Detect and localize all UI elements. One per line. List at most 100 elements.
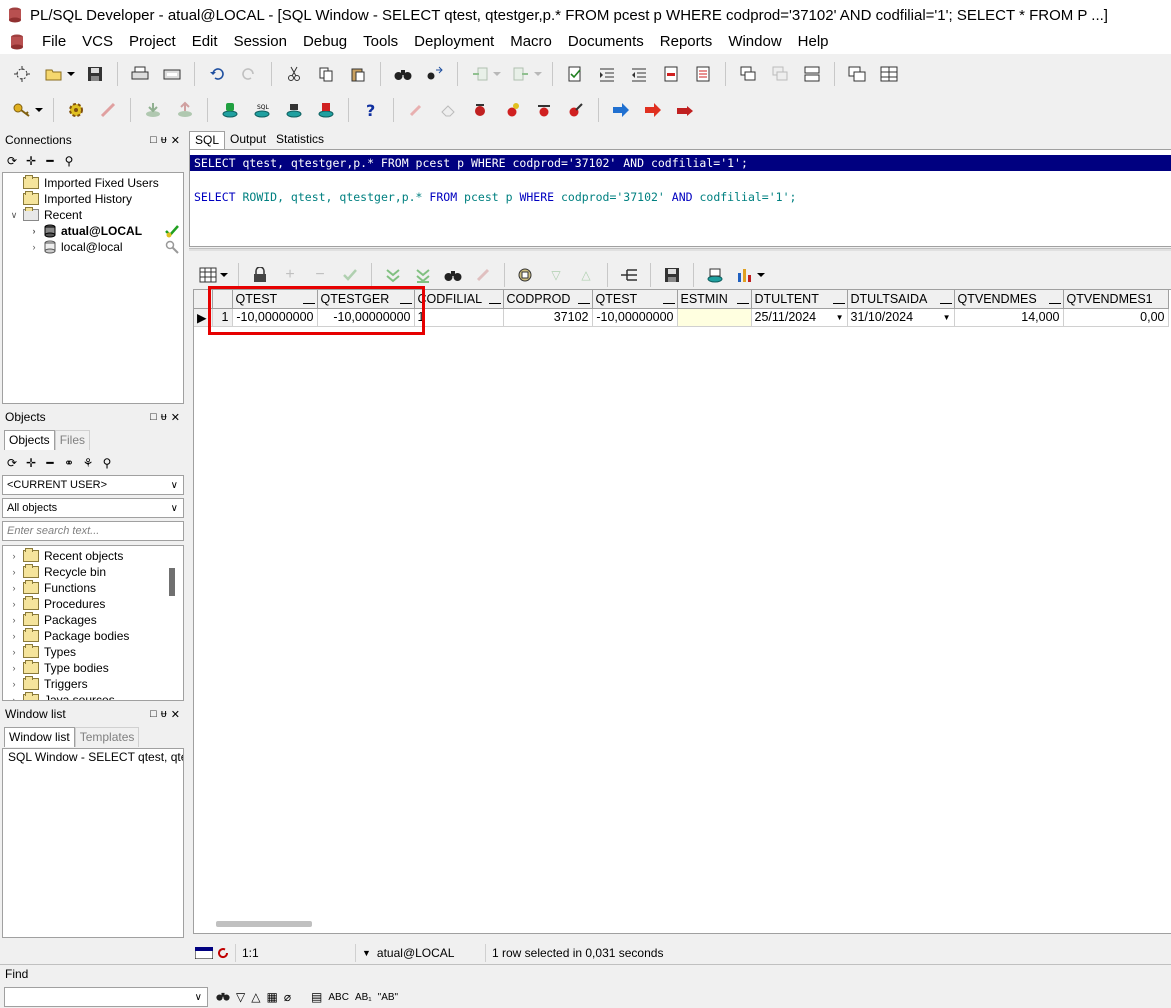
- object-search-input[interactable]: Enter search text...: [2, 521, 184, 541]
- window-cascade-icon[interactable]: [769, 63, 791, 85]
- menu-window[interactable]: Window: [720, 31, 789, 53]
- column-header-qtvendmes1[interactable]: QTVENDMES1: [1063, 290, 1169, 309]
- tab-statistics[interactable]: Statistics: [271, 131, 329, 149]
- tree-item-imported-fixed-users[interactable]: Imported Fixed Users: [3, 175, 183, 191]
- pin-icon[interactable]: ᵾ: [161, 411, 167, 424]
- print-icon[interactable]: [129, 63, 151, 85]
- tab-output[interactable]: Output: [225, 131, 271, 149]
- report-window-icon[interactable]: [315, 99, 337, 121]
- column-header-qtest-2[interactable]: QTEST: [592, 290, 678, 309]
- cell-dtultent[interactable]: 25/11/2024 ▼: [751, 308, 848, 327]
- cut-icon[interactable]: [283, 63, 305, 85]
- tree-item-object-category[interactable]: › Procedures: [3, 596, 183, 612]
- step-over-icon[interactable]: [533, 99, 555, 121]
- db-connect-icon[interactable]: [219, 99, 241, 121]
- menu-tools[interactable]: Tools: [355, 31, 406, 53]
- find-binoculars-icon[interactable]: ⚭: [61, 455, 77, 471]
- help-icon[interactable]: ?: [360, 99, 382, 121]
- stop-debug-icon[interactable]: [674, 99, 696, 121]
- tree-item-atual-local[interactable]: › atual@LOCAL: [3, 223, 183, 239]
- clear-icon[interactable]: [472, 264, 494, 286]
- rollback-icon[interactable]: [174, 99, 196, 121]
- commit-icon[interactable]: [142, 99, 164, 121]
- uncomment-icon[interactable]: [692, 63, 714, 85]
- run-to-icon[interactable]: [469, 99, 491, 121]
- post-changes-icon[interactable]: [339, 264, 361, 286]
- filter-icon[interactable]: ⚘: [80, 455, 96, 471]
- forward-icon[interactable]: [510, 63, 532, 85]
- check-document-icon[interactable]: [564, 63, 586, 85]
- insert-record-icon[interactable]: +: [279, 264, 301, 286]
- step-into-icon[interactable]: [501, 99, 523, 121]
- cell-qtvendmes1[interactable]: 0,00: [1063, 308, 1169, 327]
- chevron-right-icon[interactable]: ›: [9, 695, 19, 700]
- find-binoculars-icon[interactable]: [392, 63, 414, 85]
- lock-icon[interactable]: [249, 264, 271, 286]
- grid-layout-icon[interactable]: [878, 63, 900, 85]
- row-indicator-icon[interactable]: ▶: [194, 308, 213, 327]
- find-previous-icon[interactable]: △: [251, 990, 260, 1004]
- tab-sql[interactable]: SQL: [189, 131, 226, 149]
- minimize-icon[interactable]: □: [150, 134, 157, 147]
- chart-icon[interactable]: [734, 264, 756, 286]
- horizontal-scrollbar[interactable]: [216, 921, 312, 927]
- sql-line-selected[interactable]: SELECT qtest, qtestger,p.* FROM pcest p …: [190, 155, 1171, 171]
- chevron-right-icon[interactable]: ›: [9, 583, 19, 593]
- window-tile-icon[interactable]: [737, 63, 759, 85]
- menu-project[interactable]: Project: [121, 31, 184, 53]
- column-header-qtest[interactable]: QTEST: [232, 290, 318, 309]
- tree-item-object-category[interactable]: › Triggers: [3, 676, 183, 692]
- menu-reports[interactable]: Reports: [652, 31, 721, 53]
- cell-qtest-2[interactable]: -10,00000000: [592, 308, 678, 327]
- minimize-icon[interactable]: □: [150, 708, 157, 721]
- window-arrange-icon[interactable]: [801, 63, 823, 85]
- cell-estmin[interactable]: [677, 308, 752, 327]
- chevron-down-icon[interactable]: ▼: [836, 313, 844, 322]
- chevron-right-icon[interactable]: ›: [9, 663, 19, 673]
- menu-vcs[interactable]: VCS: [74, 31, 121, 53]
- replace-icon[interactable]: [424, 63, 446, 85]
- highlight-all-icon[interactable]: ▦: [266, 990, 277, 1004]
- chevron-down-icon[interactable]: [67, 72, 75, 76]
- paste-icon[interactable]: [347, 63, 369, 85]
- new-icon[interactable]: [11, 63, 33, 85]
- sql-window-icon[interactable]: SQL: [251, 99, 273, 121]
- column-header-codfilial[interactable]: CODFILIAL: [414, 290, 504, 309]
- add-icon[interactable]: ✛: [23, 153, 39, 169]
- sql-editor[interactable]: SELECT qtest, qtestger,p.* FROM pcest p …: [189, 149, 1171, 247]
- eraser-icon[interactable]: [437, 99, 459, 121]
- chevron-down-icon[interactable]: ▼: [362, 948, 371, 958]
- key-icon[interactable]: [11, 99, 33, 121]
- column-header-qtvendmes[interactable]: QTVENDMES: [954, 290, 1064, 309]
- print-preview-icon[interactable]: [161, 63, 183, 85]
- sql-line-2[interactable]: SELECT ROWID, qtest, qtestger,p.* FROM p…: [194, 189, 796, 205]
- fetch-next-icon[interactable]: [382, 264, 404, 286]
- menu-documents[interactable]: Documents: [560, 31, 652, 53]
- table-row[interactable]: ▶ 1 -10,00000000 -10,00000000 1 37102 -1…: [194, 308, 1169, 327]
- break-icon[interactable]: [97, 99, 119, 121]
- user-select[interactable]: <CURRENT USER> ∨: [2, 475, 184, 495]
- cell-qtestger[interactable]: -10,00000000: [317, 308, 415, 327]
- close-icon[interactable]: ✕: [171, 708, 180, 721]
- object-filter-select[interactable]: All objects ∨: [2, 498, 184, 518]
- connect-icon[interactable]: ⚲: [99, 455, 115, 471]
- tab-window-list[interactable]: Window list: [4, 727, 75, 747]
- windows-stack-icon[interactable]: [846, 63, 868, 85]
- cell-qtvendmes[interactable]: 14,000: [954, 308, 1064, 327]
- tree-item-imported-history[interactable]: Imported History: [3, 191, 183, 207]
- regex-button[interactable]: "AB": [378, 992, 398, 1003]
- find-binoculars-icon[interactable]: [216, 990, 230, 1005]
- refresh-icon[interactable]: ⟳: [4, 153, 20, 169]
- column-header-dtultsaida[interactable]: DTULTSAIDA: [847, 290, 955, 309]
- step-out-icon[interactable]: [565, 99, 587, 121]
- add-icon[interactable]: ✛: [23, 455, 39, 471]
- save-icon[interactable]: [661, 264, 683, 286]
- menu-edit[interactable]: Edit: [184, 31, 226, 53]
- chevron-right-icon[interactable]: ›: [9, 679, 19, 689]
- chevron-down-icon[interactable]: ∨: [171, 480, 178, 491]
- cell-codfilial[interactable]: 1: [414, 308, 504, 327]
- chevron-right-icon[interactable]: ›: [9, 551, 19, 561]
- tree-item-object-category[interactable]: › Packages: [3, 612, 183, 628]
- find-next-icon[interactable]: ▽: [236, 990, 245, 1004]
- menu-macro[interactable]: Macro: [502, 31, 560, 53]
